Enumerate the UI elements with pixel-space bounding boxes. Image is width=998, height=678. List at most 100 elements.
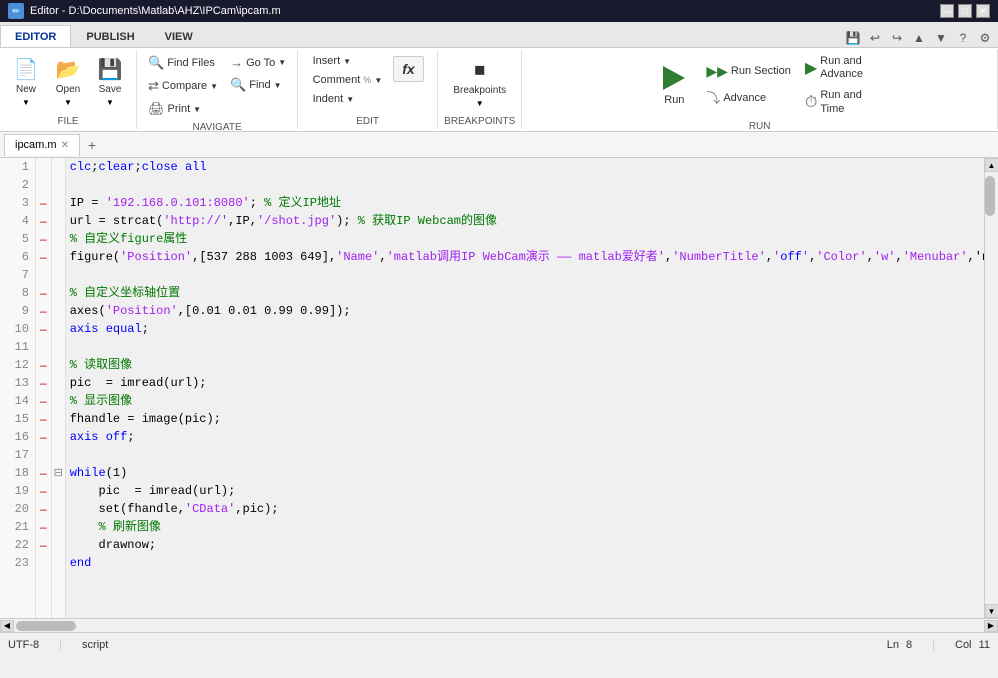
find-files-label: Find Files	[167, 57, 215, 69]
dash-indicator	[40, 176, 47, 194]
code-line: % 显示图像	[70, 392, 980, 410]
code-line: % 自定义figure属性	[70, 230, 980, 248]
dash-indicator: –	[40, 284, 47, 302]
ribbon-group-navigate: 🔍 Find Files ⇄ Compare ▼ 🖨 Print ▼ → Go	[137, 50, 298, 129]
insert-button[interactable]: Insert ▼	[308, 52, 388, 70]
fold-indicator	[52, 284, 65, 302]
code-line: end	[70, 554, 980, 572]
dash-indicator: –	[40, 464, 47, 482]
new-button[interactable]: 📄 New ▼	[6, 52, 46, 112]
run-and-time-button[interactable]: ⏱ Run andTime	[800, 86, 868, 118]
scroll-right-button[interactable]: ▶	[984, 620, 998, 632]
editor-tab-ipcam[interactable]: ipcam.m ✕	[4, 134, 80, 156]
fold-indicator	[52, 410, 65, 428]
indent-button[interactable]: Indent ▼	[308, 90, 388, 108]
dash-indicator: –	[40, 194, 47, 212]
run-and-advance-label: Run andAdvance	[820, 55, 863, 81]
advance-icon: ⤵	[706, 88, 720, 108]
goto-button[interactable]: → Go To ▼	[225, 52, 291, 73]
run-and-advance-button[interactable]: ▶ Run andAdvance	[800, 52, 868, 84]
fold-indicator	[52, 248, 65, 266]
comment-button[interactable]: Comment % ▼	[308, 71, 388, 89]
scroll-thumb[interactable]	[985, 176, 995, 216]
add-tab-button[interactable]: +	[82, 135, 102, 155]
ribbon-down-btn[interactable]: ▼	[932, 29, 950, 47]
fold-indicator	[52, 320, 65, 338]
open-button[interactable]: 📂 Open ▼	[48, 52, 88, 112]
line-number: 2	[6, 176, 29, 194]
tab-view[interactable]: VIEW	[150, 25, 208, 47]
status-bar: UTF-8 | script Ln 8 | Col 11	[0, 632, 998, 656]
fold-indicator	[52, 536, 65, 554]
find-icon: 🔍	[230, 77, 246, 93]
compare-icon: ⇄	[148, 78, 159, 94]
close-button[interactable]: ✕	[976, 4, 990, 18]
comment-label: Comment	[313, 74, 361, 86]
dash-indicator	[40, 266, 47, 284]
line-number: 8	[6, 284, 29, 302]
tab-editor[interactable]: EDITOR	[0, 25, 71, 47]
close-tab-icon[interactable]: ✕	[61, 140, 69, 151]
new-label: New	[16, 84, 36, 96]
run-section-label: Run Section	[731, 65, 791, 77]
code-line: set(fhandle,'CData',pic);	[70, 500, 980, 518]
dash-indicator: –	[40, 230, 47, 248]
run-label: Run	[664, 94, 684, 106]
print-button[interactable]: 🖨 Print ▼	[143, 98, 223, 120]
fold-indicator	[52, 194, 65, 212]
dash-column: –––––––––––––––––	[36, 158, 52, 618]
line-number: 15	[6, 410, 29, 428]
save-button[interactable]: 💾 Save ▼	[90, 52, 130, 112]
settings-icon-btn[interactable]: ⚙	[976, 29, 994, 47]
advance-button[interactable]: ⤵ Advance	[701, 85, 795, 111]
encoding-label: UTF-8	[8, 639, 39, 651]
fold-indicator: ⊟	[52, 464, 65, 482]
script-type-label: script	[82, 639, 108, 651]
tab-publish[interactable]: PUBLISH	[71, 25, 149, 47]
undo-icon-btn[interactable]: ↩	[866, 29, 884, 47]
file-group-label: FILE	[57, 116, 78, 127]
horizontal-scrollbar[interactable]: ◀ ▶	[0, 618, 998, 632]
code-editor[interactable]: clc;clear;close allIP = '192.168.0.101:8…	[66, 158, 984, 618]
run-section-button[interactable]: ▶▶ Run Section	[701, 60, 795, 83]
dash-indicator: –	[40, 482, 47, 500]
vertical-scrollbar[interactable]: ▲ ▼	[984, 158, 998, 618]
dash-indicator: –	[40, 392, 47, 410]
dash-indicator: –	[40, 428, 47, 446]
fold-indicator	[52, 482, 65, 500]
dash-indicator	[40, 554, 47, 572]
scroll-down-button[interactable]: ▼	[985, 604, 998, 618]
fx-button[interactable]: fx	[393, 56, 423, 82]
ribbon-up-btn[interactable]: ▲	[910, 29, 928, 47]
scroll-left-button[interactable]: ◀	[0, 620, 14, 632]
find-button[interactable]: 🔍 Find ▼	[225, 74, 291, 96]
scroll-hthumb[interactable]	[16, 621, 76, 631]
run-button[interactable]: Run	[651, 59, 697, 111]
find-files-button[interactable]: 🔍 Find Files	[143, 52, 223, 74]
print-icon: 🖨	[148, 101, 165, 117]
ribbon-group-breakpoints: ⏹ Breakpoints ▼ BREAKPOINTS	[438, 50, 522, 129]
redo-icon-btn[interactable]: ↪	[888, 29, 906, 47]
maximize-button[interactable]: □	[958, 4, 972, 18]
dash-indicator: –	[40, 536, 47, 554]
edit-group-label: EDIT	[356, 116, 379, 127]
breakpoints-button[interactable]: ⏹ Breakpoints ▼	[446, 52, 513, 113]
scroll-up-button[interactable]: ▲	[985, 158, 998, 172]
ribbon-toolbar: 📄 New ▼ 📂 Open ▼ 💾 Save ▼ FILE 🔍 Find	[0, 48, 998, 132]
help-icon-btn[interactable]: ?	[954, 29, 972, 47]
minimize-button[interactable]: —	[940, 4, 954, 18]
line-number: 16	[6, 428, 29, 446]
line-number: 1	[6, 158, 29, 176]
line-number: 11	[6, 338, 29, 356]
run-icon	[660, 64, 688, 92]
print-label: Print	[168, 103, 191, 115]
line-number: 9	[6, 302, 29, 320]
code-line	[70, 446, 980, 464]
code-line: axes('Position',[0.01 0.01 0.99 0.99]);	[70, 302, 980, 320]
compare-button[interactable]: ⇄ Compare ▼	[143, 75, 223, 97]
line-number: 7	[6, 266, 29, 284]
code-line: clc;clear;close all	[70, 158, 980, 176]
run-and-advance-icon: ▶	[805, 58, 817, 78]
save-icon-btn[interactable]: 💾	[844, 29, 862, 47]
code-line	[70, 266, 980, 284]
